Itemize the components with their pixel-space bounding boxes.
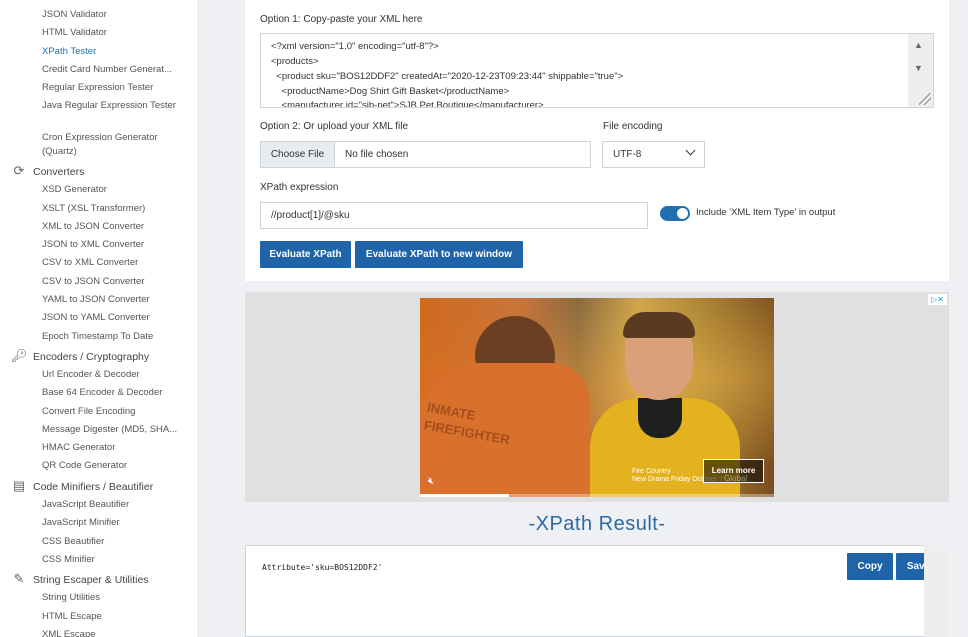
option2-label: Option 2: Or upload your XML file [260,121,409,132]
copy-button[interactable]: Copy [847,553,893,580]
magic-wand-icon: ✎ [13,571,25,586]
sidebar-item-qr-code[interactable]: QR Code Generator [42,459,182,473]
chevron-down-icon [685,145,696,156]
result-title: -XPath Result- [528,513,666,535]
sidebar-category-escapers[interactable]: ✎ String Escaper & Utilities [10,571,149,588]
sidebar-item-json-to-xml[interactable]: JSON to XML Converter [42,238,182,252]
scroll-up-icon[interactable]: ▲ [914,40,923,50]
resize-grip-icon[interactable] [919,93,931,105]
sidebar-item-js-minifier[interactable]: JavaScript Minifier [42,516,182,530]
ad-person-tee [638,398,682,438]
sidebar-category-encoders[interactable]: 🔑︎ Encoders / Cryptography [10,348,149,365]
category-label: Code Minifiers / Beautifier [33,481,154,493]
result-scrollbar[interactable] [924,545,949,637]
refresh-icon: ⟳ [13,163,25,178]
xml-line: <?xml version="1.0" encoding="utf-8"?> [271,41,439,52]
ad-progress-bar [420,494,774,497]
sidebar-item-html-validator[interactable]: HTML Validator [42,26,182,40]
encoding-select[interactable]: UTF-8 [602,141,705,168]
sidebar-item-regex-tester[interactable]: Regular Expression Tester [42,81,182,95]
file-icon: ▤ [12,478,26,493]
ad-video[interactable]: INMATE FIREFIGHTER Fire Country New Dram… [420,298,774,497]
adchoices-icon[interactable]: ▷✕ [928,294,947,305]
sidebar-item-string-utilities[interactable]: String Utilities [42,591,182,605]
sidebar-item-xslt[interactable]: XSLT (XSL Transformer) [42,202,182,216]
sidebar-item-url-encoder[interactable]: Url Encoder & Decoder [42,368,182,382]
sidebar-item-java-regex-tester[interactable]: Java Regular Expression Tester [42,99,182,113]
xpath-label: XPath expression [260,182,339,193]
key-icon: 🔑︎ [10,348,28,363]
encoding-value: UTF-8 [613,149,642,160]
sidebar-item-base64[interactable]: Base 64 Encoder & Decoder [42,386,182,400]
sidebar-item-csv-to-xml[interactable]: CSV to XML Converter [42,256,182,270]
xml-line: <manufacturer id="sib-pet">SJB Pet Bouti… [271,100,544,108]
sidebar-item-hmac[interactable]: HMAC Generator [42,441,182,455]
choose-file-button[interactable]: Choose File [261,142,335,167]
xml-line: <product sku="BOS12DDF2" createdAt="2020… [271,71,624,82]
mute-icon[interactable]: 🔇︎ [428,476,434,487]
sidebar-item-xsd-generator[interactable]: XSD Generator [42,183,182,197]
option1-label: Option 1: Copy-paste your XML here [260,14,423,25]
sidebar-item-yaml-to-json[interactable]: YAML to JSON Converter [42,293,182,307]
sidebar-item-json-to-yaml[interactable]: JSON to YAML Converter [42,311,182,325]
ad-container: INMATE FIREFIGHTER Fire Country New Dram… [245,292,949,502]
category-label: Converters [33,166,85,178]
file-upload-field[interactable]: Choose File No file chosen [260,141,591,168]
ad-progress-fill [420,494,509,497]
sidebar-item-html-escape[interactable]: HTML Escape [42,610,182,624]
sidebar-item-xpath-tester[interactable]: XPath Tester [42,45,182,59]
sidebar-item-css-minifier[interactable]: CSS Minifier [42,553,182,567]
sidebar-item-message-digester[interactable]: Message Digester (MD5, SHA... [42,423,182,437]
result-output[interactable]: Attribute='sku=BOS12DDF2' Copy Save [245,545,941,637]
sidebar-item-cron-generator[interactable]: Cron Expression Generator (Quartz) [42,131,182,159]
sidebar-category-converters[interactable]: ⟳ Converters [10,163,85,180]
xpath-input[interactable]: //product[1]/@sku [260,202,648,229]
category-label: Encoders / Cryptography [33,351,150,363]
sidebar-item-convert-encoding[interactable]: Convert File Encoding [42,405,182,419]
xpath-form-panel: Option 1: Copy-paste your XML here <?xml… [245,0,949,281]
sidebar-item-css-beautifier[interactable]: CSS Beautifier [42,535,182,549]
xml-line: <productName>Dog Shirt Gift Basket</prod… [271,86,510,97]
evaluate-xpath-button[interactable]: Evaluate XPath [260,241,351,268]
sidebar-item-xml-to-json[interactable]: XML to JSON Converter [42,220,182,234]
xml-line: <products> [271,56,319,67]
sidebar-item-credit-card-generator[interactable]: Credit Card Number Generat... [42,63,182,77]
ad-global-text: Global [724,474,748,483]
xml-textarea[interactable]: <?xml version="1.0" encoding="utf-8"?> <… [260,33,934,108]
result-text: Attribute='sku=BOS12DDF2' [262,563,383,572]
category-label: String Escaper & Utilities [33,574,149,586]
scroll-down-icon[interactable]: ▼ [914,63,923,73]
ad-person-hair [623,312,695,338]
sidebar-item-epoch-timestamp[interactable]: Epoch Timestamp To Date [42,330,182,344]
file-status-text: No file chosen [345,149,409,160]
sidebar-item-csv-to-json[interactable]: CSV to JSON Converter [42,275,182,289]
toggle-knob [677,208,688,219]
xml-item-type-toggle[interactable] [660,206,690,221]
sidebar-item-xml-escape[interactable]: XML Escape [42,628,182,637]
sidebar: JSON Validator HTML Validator XPath Test… [0,0,197,637]
sidebar-item-json-validator[interactable]: JSON Validator [42,8,182,22]
evaluate-new-window-button[interactable]: Evaluate XPath to new window [355,241,523,268]
sidebar-item-js-beautifier[interactable]: JavaScript Beautifier [42,498,182,512]
xml-item-type-label: Include 'XML Item Type' in output [696,207,836,218]
encoding-label: File encoding [603,121,663,132]
sidebar-category-minifiers[interactable]: ▤ Code Minifiers / Beautifier [10,478,153,495]
